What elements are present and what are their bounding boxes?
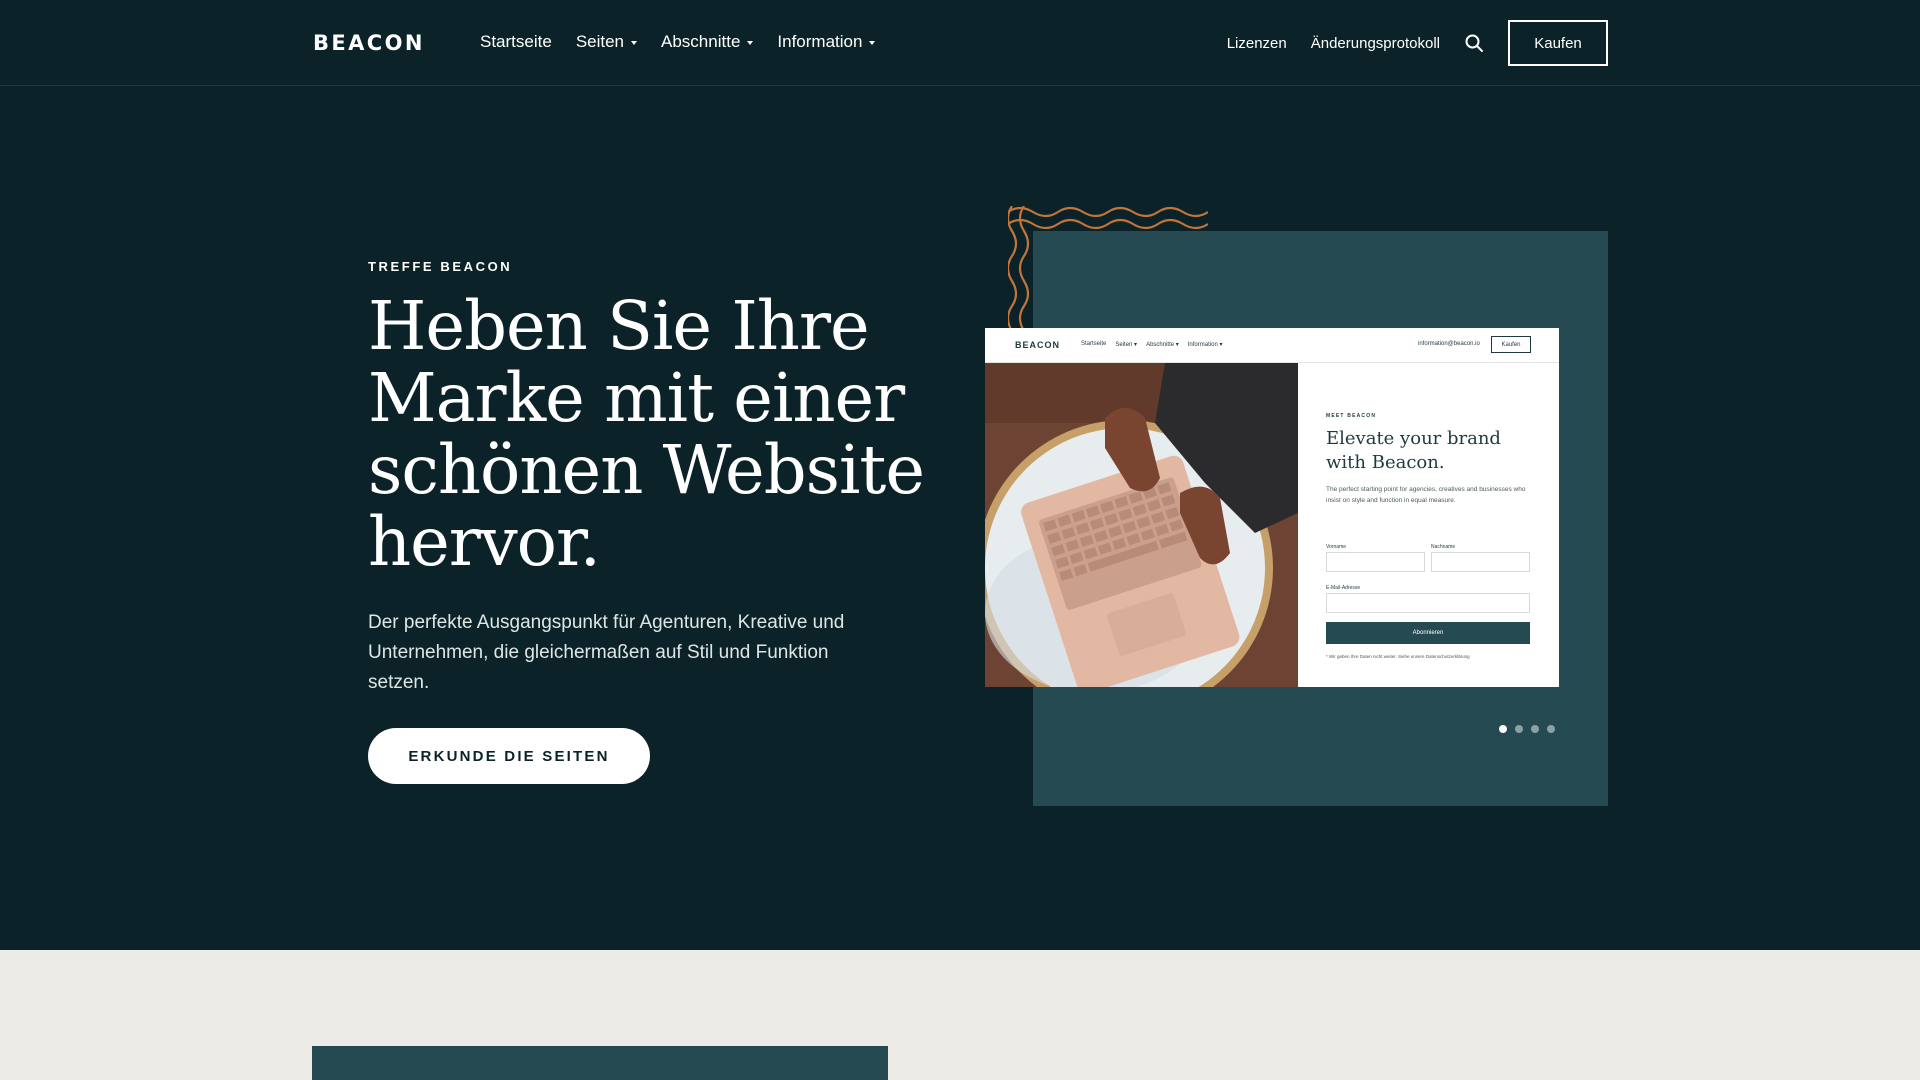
top-navigation: BEACON Startseite Seiten Abschnitte Info… <box>0 0 1920 86</box>
preview-privacy-note: * Wir geben Ihre Daten nicht weiter. Sie… <box>1326 654 1470 659</box>
buy-button[interactable]: Kaufen <box>1508 20 1608 66</box>
caret-down-icon <box>631 40 638 45</box>
preview-logo: BEACON <box>1015 340 1061 350</box>
menu-item-label: Startseite <box>480 32 552 51</box>
menu-item-label: Seiten <box>575 32 625 51</box>
hero-eyebrow: TREFFE BEACON <box>368 259 513 274</box>
menu-item-abschnitte[interactable]: Abschnitte <box>661 32 754 52</box>
preview-last-name-label: Nachname <box>1431 544 1456 550</box>
preview-first-name-field <box>1326 552 1425 572</box>
nav-actions: Lizenzen Änderungsprotokoll Kaufen <box>1227 20 1608 66</box>
website-preview: BEACON Startseite Seiten ▾ Abschnitte ▾ … <box>985 328 1559 687</box>
hero-headline: Heben Sie Ihre Marke mit einer schönen W… <box>368 287 925 581</box>
main-menu: Startseite Seiten Abschnitte Information <box>480 32 876 52</box>
preview-title: Elevate your brand with Beacon. <box>1326 428 1501 473</box>
carousel-dot[interactable] <box>1531 725 1539 733</box>
preview-signup-form: MEET BEACON Elevate your brand with Beac… <box>1298 363 1559 687</box>
laptop-illustration <box>985 363 1298 687</box>
menu-item-label: Abschnitte <box>661 32 741 51</box>
brand-logo[interactable]: BEACON <box>313 31 425 55</box>
licenses-link[interactable]: Lizenzen <box>1227 35 1287 52</box>
explore-pages-button[interactable]: ERKUNDE DIE SEITEN <box>368 728 650 784</box>
preview-menu: Startseite Seiten ▾ Abschnitte ▾ Informa… <box>1081 341 1222 348</box>
carousel-dots <box>1499 725 1555 733</box>
changelog-link[interactable]: Änderungsprotokoll <box>1311 35 1440 52</box>
preview-email-field <box>1326 593 1530 613</box>
preview-email: information@beacon.io <box>1418 341 1480 347</box>
preview-email-label: E-Mail-Adresse <box>1326 585 1361 591</box>
laptop-photo <box>985 363 1298 687</box>
menu-item-label: Information <box>777 32 863 51</box>
section-card <box>312 1046 888 1080</box>
preview-subscribe-button: Abonnieren <box>1326 622 1530 644</box>
menu-item-startseite[interactable]: Startseite <box>480 32 552 52</box>
carousel-dot[interactable] <box>1499 725 1507 733</box>
search-icon[interactable] <box>1464 33 1484 53</box>
preview-last-name-field <box>1431 552 1530 572</box>
preview-menu-item: Information ▾ <box>1187 342 1223 348</box>
hero-subtext: Der perfekte Ausgangspunkt für Agenturen… <box>368 612 845 693</box>
caret-down-icon <box>869 40 876 45</box>
preview-navigation: BEACON Startseite Seiten ▾ Abschnitte ▾ … <box>985 328 1559 363</box>
menu-item-information[interactable]: Information <box>777 32 876 52</box>
carousel-dot[interactable] <box>1547 725 1555 733</box>
preview-description: The perfect starting point for agencies,… <box>1326 486 1526 504</box>
preview-eyebrow: MEET BEACON <box>1326 413 1377 419</box>
carousel-dot[interactable] <box>1515 725 1523 733</box>
menu-item-seiten[interactable]: Seiten <box>575 32 638 52</box>
preview-menu-item: Startseite <box>1081 341 1107 347</box>
preview-menu-item: Abschnitte ▾ <box>1146 342 1179 348</box>
preview-menu-item: Seiten ▾ <box>1115 342 1138 348</box>
preview-buy-button: Kaufen <box>1491 336 1531 353</box>
preview-first-name-label: Vorname <box>1326 544 1347 550</box>
next-section <box>0 950 1920 1080</box>
caret-down-icon <box>747 40 754 45</box>
